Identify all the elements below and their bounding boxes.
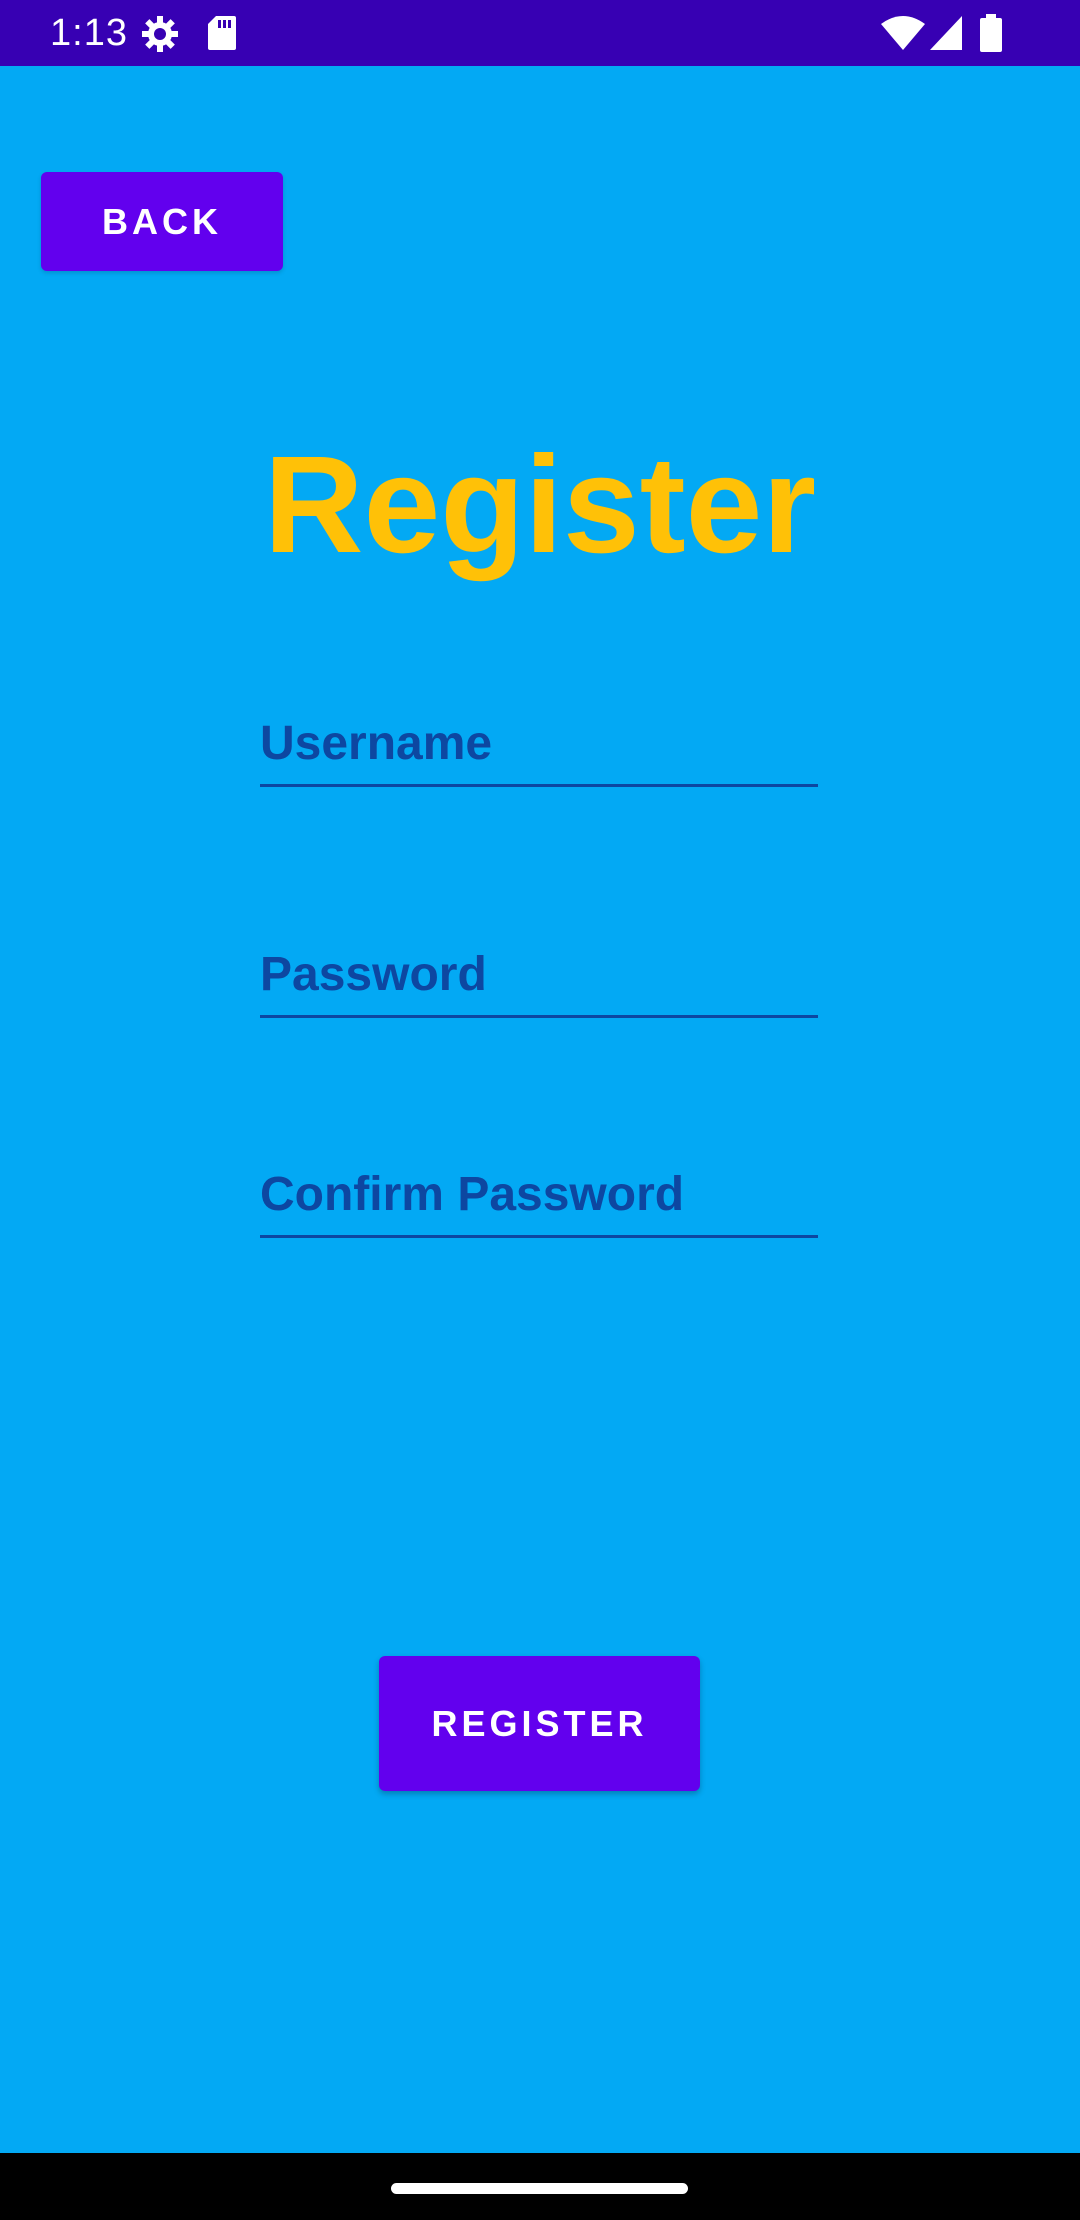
username-hint: Username bbox=[260, 717, 493, 770]
confirm-password-field[interactable]: Confirm Password bbox=[260, 1155, 818, 1238]
confirm-password-hint: Confirm Password bbox=[260, 1168, 685, 1221]
register-screen bbox=[0, 66, 1080, 2153]
cell-signal-icon bbox=[930, 16, 962, 50]
page-title: Register bbox=[263, 428, 817, 582]
password-hint: Password bbox=[260, 948, 487, 1001]
status-bar: 1:13 bbox=[0, 0, 1080, 66]
status-time: 1:13 bbox=[50, 12, 128, 54]
battery-icon bbox=[980, 14, 1002, 52]
home-gesture-handle[interactable] bbox=[391, 2183, 688, 2194]
register-button-label: REGISTER bbox=[431, 1702, 648, 1744]
register-button[interactable]: REGISTER bbox=[379, 1656, 700, 1791]
password-field[interactable]: Password bbox=[260, 935, 818, 1018]
navigation-bar bbox=[0, 2153, 1080, 2220]
wifi-icon bbox=[881, 16, 925, 50]
back-button[interactable]: BACK bbox=[41, 172, 283, 271]
username-field[interactable]: Username bbox=[260, 704, 818, 787]
sd-card-icon bbox=[208, 16, 236, 50]
settings-gear-icon bbox=[142, 16, 178, 52]
back-button-label: BACK bbox=[102, 200, 222, 242]
